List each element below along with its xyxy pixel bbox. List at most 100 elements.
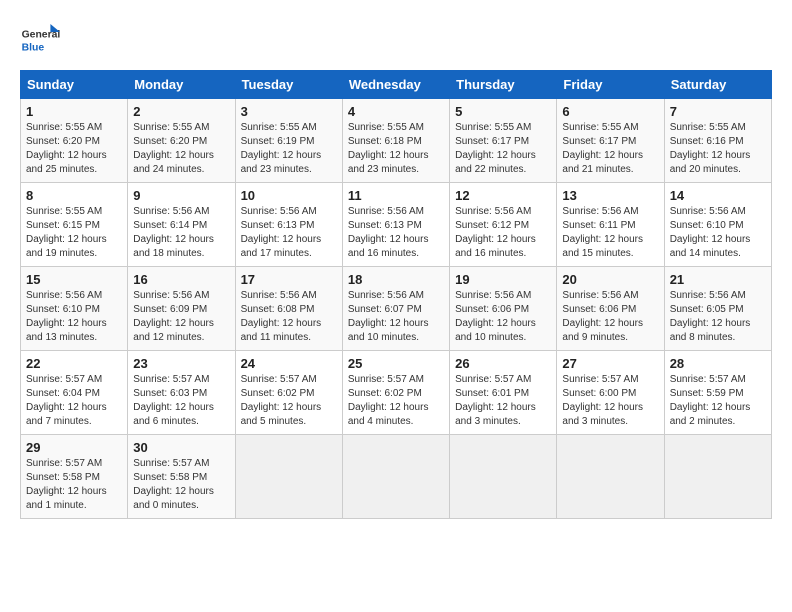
weekday-header: Monday [128,71,235,99]
calendar-cell: 11Sunrise: 5:56 AM Sunset: 6:13 PM Dayli… [342,183,449,267]
day-content: Sunrise: 5:56 AM Sunset: 6:13 PM Dayligh… [241,205,337,261]
calendar-table: SundayMondayTuesdayWednesdayThursdayFrid… [20,70,772,519]
weekday-header: Friday [557,71,664,99]
day-content: Sunrise: 5:57 AM Sunset: 6:04 PM Dayligh… [26,373,122,429]
calendar-cell: 29Sunrise: 5:57 AM Sunset: 5:58 PM Dayli… [21,435,128,519]
day-content: Sunrise: 5:56 AM Sunset: 6:10 PM Dayligh… [670,205,766,261]
day-content: Sunrise: 5:57 AM Sunset: 6:02 PM Dayligh… [241,373,337,429]
day-number: 18 [348,272,444,287]
calendar-cell: 9 Sunrise: 5:56 AM Sunset: 6:14 PM Daylig… [128,183,235,267]
calendar-cell: 16 Sunrise: 5:56 AM Sunset: 6:09 PM Dayli… [128,267,235,351]
page-header: General Blue [20,20,772,60]
day-content: Sunrise: 5:57 AM Sunset: 5:58 PM Dayligh… [133,457,229,513]
day-number: 30 [133,440,229,455]
calendar-cell: 10 Sunrise: 5:56 AM Sunset: 6:13 PM Dayli… [235,183,342,267]
day-number: 3 [241,104,337,119]
day-content: Sunrise: 5:56 AM Sunset: 6:10 PM Dayligh… [26,289,122,345]
day-number: 26 [455,356,551,371]
day-content: Sunrise: 5:55 AM Sunset: 6:20 PM Dayligh… [133,121,229,177]
calendar-cell [342,435,449,519]
calendar-week-row: 8Sunrise: 5:55 AM Sunset: 6:15 PM Daylig… [21,183,772,267]
calendar-body: 1 Sunrise: 5:55 AM Sunset: 6:20 PM Daylig… [21,99,772,519]
calendar-cell: 20 Sunrise: 5:56 AM Sunset: 6:06 PM Dayli… [557,267,664,351]
day-content: Sunrise: 5:55 AM Sunset: 6:16 PM Dayligh… [670,121,766,177]
day-content: Sunrise: 5:55 AM Sunset: 6:17 PM Dayligh… [455,121,551,177]
day-number: 17 [241,272,337,287]
calendar-cell [450,435,557,519]
day-number: 19 [455,272,551,287]
calendar-cell: 26 Sunrise: 5:57 AM Sunset: 6:01 PM Dayli… [450,351,557,435]
calendar-cell: 8Sunrise: 5:55 AM Sunset: 6:15 PM Daylig… [21,183,128,267]
calendar-cell: 6 Sunrise: 5:55 AM Sunset: 6:17 PM Daylig… [557,99,664,183]
day-number: 24 [241,356,337,371]
calendar-cell: 30 Sunrise: 5:57 AM Sunset: 5:58 PM Dayli… [128,435,235,519]
calendar-cell [664,435,771,519]
day-content: Sunrise: 5:57 AM Sunset: 5:58 PM Dayligh… [26,457,122,513]
day-number: 14 [670,188,766,203]
day-number: 20 [562,272,658,287]
calendar-week-row: 29Sunrise: 5:57 AM Sunset: 5:58 PM Dayli… [21,435,772,519]
day-number: 13 [562,188,658,203]
calendar-cell: 19 Sunrise: 5:56 AM Sunset: 6:06 PM Dayli… [450,267,557,351]
weekday-header: Wednesday [342,71,449,99]
calendar-cell: 3Sunrise: 5:55 AM Sunset: 6:19 PM Daylig… [235,99,342,183]
day-content: Sunrise: 5:56 AM Sunset: 6:05 PM Dayligh… [670,289,766,345]
weekday-header: Thursday [450,71,557,99]
day-number: 25 [348,356,444,371]
calendar-cell: 24 Sunrise: 5:57 AM Sunset: 6:02 PM Dayli… [235,351,342,435]
day-number: 27 [562,356,658,371]
day-number: 4 [348,104,444,119]
day-number: 5 [455,104,551,119]
calendar-cell [235,435,342,519]
calendar-week-row: 1 Sunrise: 5:55 AM Sunset: 6:20 PM Daylig… [21,99,772,183]
day-content: Sunrise: 5:55 AM Sunset: 6:20 PM Dayligh… [26,121,122,177]
day-content: Sunrise: 5:56 AM Sunset: 6:06 PM Dayligh… [562,289,658,345]
day-content: Sunrise: 5:55 AM Sunset: 6:17 PM Dayligh… [562,121,658,177]
calendar-cell: 27 Sunrise: 5:57 AM Sunset: 6:00 PM Dayli… [557,351,664,435]
day-content: Sunrise: 5:55 AM Sunset: 6:18 PM Dayligh… [348,121,444,177]
day-number: 28 [670,356,766,371]
day-content: Sunrise: 5:56 AM Sunset: 6:08 PM Dayligh… [241,289,337,345]
calendar-cell: 15Sunrise: 5:56 AM Sunset: 6:10 PM Dayli… [21,267,128,351]
day-number: 1 [26,104,122,119]
calendar-cell [557,435,664,519]
calendar-week-row: 15Sunrise: 5:56 AM Sunset: 6:10 PM Dayli… [21,267,772,351]
calendar-cell: 25 Sunrise: 5:57 AM Sunset: 6:02 PM Dayli… [342,351,449,435]
day-number: 10 [241,188,337,203]
day-number: 16 [133,272,229,287]
day-number: 21 [670,272,766,287]
day-number: 7 [670,104,766,119]
day-content: Sunrise: 5:56 AM Sunset: 6:12 PM Dayligh… [455,205,551,261]
day-number: 11 [348,188,444,203]
calendar-cell: 13Sunrise: 5:56 AM Sunset: 6:11 PM Dayli… [557,183,664,267]
calendar-cell: 12Sunrise: 5:56 AM Sunset: 6:12 PM Dayli… [450,183,557,267]
weekday-header: Sunday [21,71,128,99]
calendar-cell: 22 Sunrise: 5:57 AM Sunset: 6:04 PM Dayli… [21,351,128,435]
day-content: Sunrise: 5:57 AM Sunset: 6:03 PM Dayligh… [133,373,229,429]
day-content: Sunrise: 5:56 AM Sunset: 6:14 PM Dayligh… [133,205,229,261]
calendar-cell: 7 Sunrise: 5:55 AM Sunset: 6:16 PM Daylig… [664,99,771,183]
calendar-cell: 14 Sunrise: 5:56 AM Sunset: 6:10 PM Dayli… [664,183,771,267]
calendar-header-row: SundayMondayTuesdayWednesdayThursdayFrid… [21,71,772,99]
day-number: 2 [133,104,229,119]
day-number: 8 [26,188,122,203]
logo: General Blue [20,20,66,60]
day-number: 23 [133,356,229,371]
day-content: Sunrise: 5:56 AM Sunset: 6:09 PM Dayligh… [133,289,229,345]
svg-text:Blue: Blue [22,42,45,53]
day-number: 6 [562,104,658,119]
day-content: Sunrise: 5:57 AM Sunset: 6:02 PM Dayligh… [348,373,444,429]
calendar-cell: 4 Sunrise: 5:55 AM Sunset: 6:18 PM Daylig… [342,99,449,183]
calendar-cell: 23 Sunrise: 5:57 AM Sunset: 6:03 PM Dayli… [128,351,235,435]
calendar-cell: 2 Sunrise: 5:55 AM Sunset: 6:20 PM Daylig… [128,99,235,183]
calendar-cell: 18Sunrise: 5:56 AM Sunset: 6:07 PM Dayli… [342,267,449,351]
day-content: Sunrise: 5:57 AM Sunset: 6:00 PM Dayligh… [562,373,658,429]
day-content: Sunrise: 5:57 AM Sunset: 5:59 PM Dayligh… [670,373,766,429]
weekday-header: Tuesday [235,71,342,99]
day-number: 22 [26,356,122,371]
calendar-cell: 1 Sunrise: 5:55 AM Sunset: 6:20 PM Daylig… [21,99,128,183]
calendar-cell: 5 Sunrise: 5:55 AM Sunset: 6:17 PM Daylig… [450,99,557,183]
day-content: Sunrise: 5:57 AM Sunset: 6:01 PM Dayligh… [455,373,551,429]
day-number: 9 [133,188,229,203]
day-content: Sunrise: 5:56 AM Sunset: 6:06 PM Dayligh… [455,289,551,345]
